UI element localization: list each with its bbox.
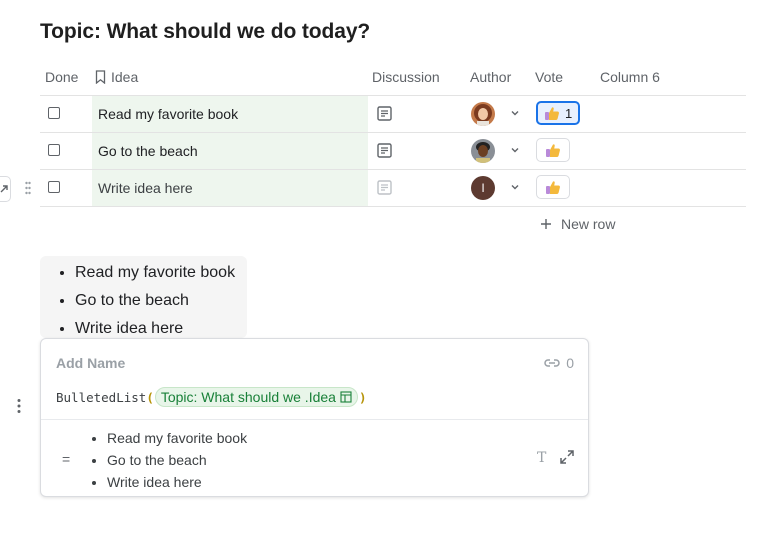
new-row-label: New row — [561, 216, 616, 232]
document-icon[interactable] — [377, 180, 392, 195]
bulleted-list-output[interactable]: Read my favorite book Go to the beach Wr… — [40, 256, 247, 338]
chevron-down-icon[interactable] — [509, 144, 521, 156]
table-row: Go to the beach — [40, 133, 746, 170]
table-row: Read my favorite book 1 — [40, 96, 746, 133]
open-row-button[interactable] — [0, 176, 11, 202]
list-item: Go to the beach — [75, 287, 247, 315]
column-reference-chip[interactable]: Topic: What should we .Idea — [154, 387, 358, 407]
text-format-button[interactable]: T — [537, 450, 546, 466]
table-row: Write idea here I — [40, 170, 746, 207]
formula-editor-card: Add Name 0 BulletedList ( Topic: What sh… — [40, 338, 589, 497]
open-paren: ( — [146, 389, 154, 405]
vote-button[interactable]: 1 — [536, 101, 581, 125]
list-item: Read my favorite book — [75, 259, 247, 287]
column-header-vote[interactable]: Vote — [535, 69, 563, 85]
table-column-icon — [340, 391, 352, 403]
list-item: Read my favorite book — [107, 427, 247, 449]
idea-text: Read my favorite book — [98, 106, 239, 122]
document-icon[interactable] — [377, 143, 392, 158]
close-paren: ) — [358, 389, 367, 405]
list-item: Go to the beach — [107, 449, 247, 471]
page-title: Topic: What should we do today? — [40, 20, 371, 43]
done-checkbox[interactable] — [48, 181, 60, 193]
equals-sign: = — [62, 451, 71, 467]
formula-input[interactable]: BulletedList ( Topic: What should we .Id… — [56, 387, 366, 407]
avatar[interactable]: I — [471, 176, 495, 200]
done-checkbox[interactable] — [48, 144, 60, 156]
done-checkbox[interactable] — [48, 107, 60, 119]
expand-icon[interactable] — [559, 449, 575, 465]
vote-count: 1 — [565, 105, 573, 121]
drag-handle-icon[interactable] — [25, 181, 31, 195]
column-header-column-6[interactable]: Column 6 — [600, 69, 660, 85]
chip-label: Topic: What should we .Idea — [160, 389, 336, 405]
man-avatar-icon — [471, 139, 495, 163]
bookmark-icon — [95, 70, 106, 84]
ref-count: 0 — [566, 355, 574, 371]
column-header-discussion[interactable]: Discussion — [372, 69, 440, 85]
formula-name-input[interactable]: Add Name — [56, 355, 125, 371]
thumbs-up-icon — [545, 107, 559, 120]
idea-text: Go to the beach — [98, 143, 198, 159]
formula-result: Read my favorite book Go to the beach Wr… — [89, 427, 247, 493]
plus-icon — [541, 219, 551, 229]
link-icon — [544, 359, 560, 367]
idea-text: Write idea here — [98, 180, 193, 196]
column-header-done[interactable]: Done — [45, 69, 78, 85]
more-vertical-icon[interactable] — [16, 398, 22, 414]
woman-avatar-icon — [471, 102, 495, 126]
avatar[interactable] — [471, 139, 495, 163]
vote-button[interactable] — [536, 138, 570, 162]
arrow-up-right-icon — [0, 185, 8, 193]
references-count[interactable]: 0 — [543, 355, 574, 371]
ideas-table: Done Idea Discussion Author Vote Column … — [40, 58, 746, 241]
chevron-down-icon[interactable] — [509, 107, 521, 119]
thumbs-up-icon — [546, 181, 560, 194]
new-row-button[interactable]: New row — [540, 216, 615, 232]
avatar-initial: I — [481, 181, 485, 195]
avatar[interactable] — [471, 102, 495, 126]
formula-function: BulletedList — [56, 389, 147, 405]
column-header-author[interactable]: Author — [470, 69, 511, 85]
document-icon[interactable] — [377, 106, 392, 121]
list-item: Write idea here — [107, 471, 247, 493]
divider — [41, 419, 588, 420]
chevron-down-icon[interactable] — [509, 181, 521, 193]
column-header-idea[interactable]: Idea — [95, 69, 138, 85]
vote-button[interactable] — [536, 175, 570, 199]
table-header: Done Idea Discussion Author Vote Column … — [40, 58, 746, 96]
thumbs-up-icon — [546, 144, 560, 157]
